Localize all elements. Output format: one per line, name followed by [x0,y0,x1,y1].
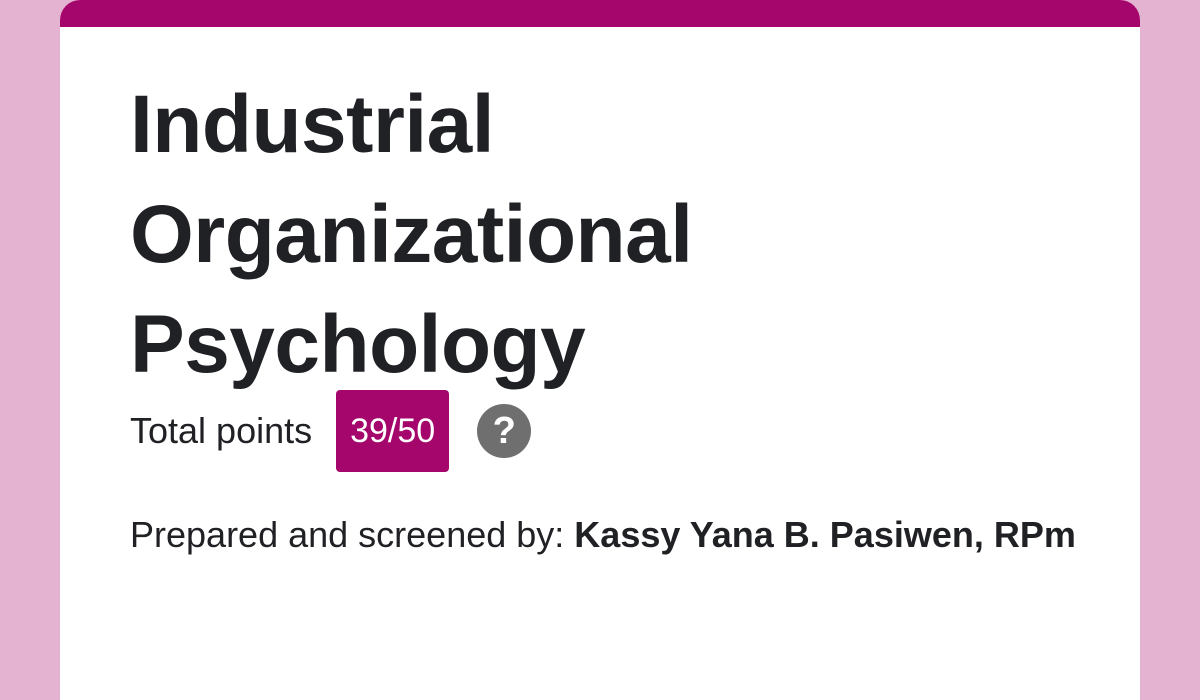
form-header-content: Industrial Organizational Psychology Tot… [130,70,1090,555]
question-mark-icon[interactable]: ? [477,404,532,458]
form-title-line-1: Industrial [130,79,495,170]
form-description: Prepared and screened by: Kassy Yana B. … [130,506,1090,564]
form-title: Industrial Organizational Psychology [130,70,1090,400]
theme-accent-bar [60,0,1140,27]
prepared-by-label: Prepared and screened by: [130,514,575,555]
prepared-by-author: Kassy Yana B. Pasiwen, RPm [574,514,1076,555]
form-title-line-2: Organizational [130,189,693,280]
form-header-card: Industrial Organizational Psychology Tot… [60,0,1140,700]
total-points-label: Total points [130,410,313,451]
form-title-line-3: Psychology [130,299,586,390]
score-badge: 39/50 [336,390,450,472]
total-points-row: Total points 39/50 ? [130,390,532,472]
